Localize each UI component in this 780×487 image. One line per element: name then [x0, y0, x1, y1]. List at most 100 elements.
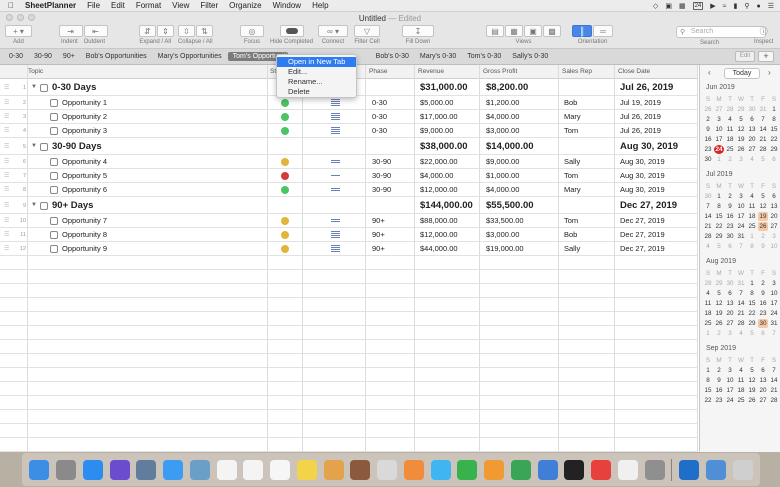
sales-rep-cell[interactable]: Bob	[564, 98, 577, 107]
menu-organize[interactable]: Organize	[229, 1, 261, 10]
close-date-cell[interactable]: Aug 30, 2019	[620, 157, 665, 166]
calendar-day[interactable]: 19	[736, 135, 746, 144]
calendar-day[interactable]: 2	[714, 329, 724, 338]
calendar-day[interactable]: 9	[714, 376, 724, 385]
play-icon[interactable]: ▶	[710, 2, 715, 10]
calendar-day[interactable]: 22	[769, 135, 779, 144]
calendar-day[interactable]: 1	[714, 155, 724, 164]
calendar-day[interactable]: 25	[747, 222, 757, 231]
calendar-day[interactable]: 30	[725, 232, 735, 241]
close-date-cell[interactable]: Jul 26, 2019	[620, 112, 661, 121]
calendar-day[interactable]: 18	[736, 386, 746, 395]
calendar-day[interactable]: 12	[736, 125, 746, 134]
row-checkbox[interactable]	[40, 142, 48, 151]
table-row[interactable]: ☰ 11 Opportunity 8 90+ Bob $12,000.00 $3,000.0…	[0, 228, 698, 242]
search-menu-icon[interactable]: ⚲	[744, 2, 749, 10]
dock-numbers-icon[interactable]	[510, 459, 531, 480]
calendar-day[interactable]: 9	[758, 242, 768, 251]
phase-cell[interactable]: 30-90	[372, 185, 391, 194]
calendar-day[interactable]: 14	[703, 212, 713, 221]
calendar-day[interactable]: 6	[758, 366, 768, 375]
topic-cell[interactable]: Opportunity 7	[62, 216, 107, 225]
calendar-day[interactable]: 7	[758, 115, 768, 124]
sales-rep-cell[interactable]: Mary	[564, 185, 581, 194]
phase-cell[interactable]: 30-90	[372, 171, 391, 180]
phase-cell[interactable]: 30-90	[372, 157, 391, 166]
drag-handle-icon[interactable]: ☰	[4, 245, 9, 252]
topic-cell[interactable]: 0-30 Days	[52, 82, 96, 93]
tab-sallys-0-30[interactable]: Sally's 0-30	[507, 52, 553, 61]
calendar-day[interactable]: 3	[769, 232, 779, 241]
calendar-day[interactable]: 26	[714, 319, 724, 328]
priority-icon[interactable]	[331, 245, 340, 252]
topic-cell[interactable]: Opportunity 5	[62, 171, 107, 180]
drag-handle-icon[interactable]: ☰	[4, 127, 9, 134]
sales-rep-cell[interactable]: Mary	[564, 112, 581, 121]
table-row[interactable]: ☰ 3 Opportunity 2 0-30 Mary $17,000.00 $4,000.…	[0, 110, 698, 124]
calendar-day[interactable]: 1	[703, 366, 713, 375]
close-date-cell[interactable]: Dec 27, 2019	[620, 230, 665, 239]
dock-app-store-icon[interactable]	[82, 459, 103, 480]
calendar-day[interactable]: 1	[769, 105, 779, 114]
calendar-day[interactable]: 16	[758, 299, 768, 308]
calendar-day[interactable]: 8	[747, 242, 757, 251]
status-indicator[interactable]	[281, 186, 289, 194]
row-checkbox[interactable]	[50, 113, 58, 121]
calendar-day[interactable]: 11	[703, 299, 713, 308]
calendar-day[interactable]: 14	[736, 299, 746, 308]
calendar-day[interactable]: 20	[758, 386, 768, 395]
status-indicator[interactable]	[281, 158, 289, 166]
menu-format[interactable]: Format	[136, 1, 161, 10]
calendar-day[interactable]: 13	[769, 202, 779, 211]
focus-button[interactable]: ◎	[240, 25, 264, 37]
calendar-day[interactable]: 1	[714, 192, 724, 201]
calendar-day[interactable]: 3	[725, 366, 735, 375]
priority-icon[interactable]	[331, 219, 340, 222]
collapse-all-button[interactable]: ⇅	[196, 25, 213, 37]
sales-rep-cell[interactable]: Tom	[564, 171, 578, 180]
table-row[interactable]: ☰ 6 Opportunity 4 30-90 Sally $22,000.00 $9,00…	[0, 155, 698, 169]
dock-mosaic-icon[interactable]	[350, 459, 371, 480]
status-indicator[interactable]	[281, 172, 289, 180]
calendar-day[interactable]: 28	[769, 396, 779, 405]
calendar-day[interactable]: 24	[725, 396, 735, 405]
today-button[interactable]: Today	[724, 68, 760, 79]
calendar-day[interactable]: 24	[769, 309, 779, 318]
dock-trash-icon[interactable]	[732, 459, 753, 480]
calendar-day[interactable]: 13	[725, 299, 735, 308]
revenue-cell[interactable]: $44,000.00	[420, 244, 458, 253]
calendar-day[interactable]: 10	[714, 125, 724, 134]
calendar-day[interactable]: 18	[703, 309, 713, 318]
table-row[interactable]: ☰ 12 Opportunity 9 90+ Sally $44,000.00 $19,00…	[0, 242, 698, 256]
calendar-day[interactable]: 14	[758, 125, 768, 134]
status-indicator[interactable]	[281, 127, 289, 135]
drag-handle-icon[interactable]: ☰	[4, 172, 9, 179]
calendar-day[interactable]: 22	[714, 222, 724, 231]
dock-calendar-icon[interactable]	[216, 459, 237, 480]
collapse-button[interactable]: ⇳	[178, 25, 195, 37]
topic-cell[interactable]: 90+ Days	[52, 200, 93, 211]
calendar-marked-day[interactable]: 30	[758, 319, 768, 328]
dock-downloads-icon[interactable]	[705, 459, 726, 480]
close-date-cell[interactable]: Dec 27, 2019	[620, 200, 677, 211]
inspect-button[interactable]: ⓘ	[756, 25, 772, 37]
status-indicator[interactable]	[281, 217, 289, 225]
dock-reminders-icon[interactable]	[270, 459, 291, 480]
fill-down-button[interactable]: ↧	[402, 25, 434, 37]
calendar-day[interactable]: 12	[747, 376, 757, 385]
gross-profit-cell[interactable]: $1,200.00	[486, 98, 519, 107]
empty-row[interactable]	[0, 396, 698, 410]
calendar-day[interactable]: 28	[725, 105, 735, 114]
calendar-day[interactable]: 4	[747, 192, 757, 201]
row-checkbox[interactable]	[50, 99, 58, 107]
calendar-day[interactable]: 15	[714, 212, 724, 221]
calendar-day[interactable]: 2	[703, 115, 713, 124]
calendar-day[interactable]: 27	[714, 105, 724, 114]
dock-siri-icon[interactable]	[109, 459, 130, 480]
dock-pages-icon[interactable]	[484, 459, 505, 480]
calendar-day[interactable]: 21	[736, 309, 746, 318]
calendar-day[interactable]: 13	[758, 376, 768, 385]
calendar-day[interactable]: 8	[747, 289, 757, 298]
gantt-view-button[interactable]: ▩	[543, 25, 561, 37]
empty-row[interactable]	[0, 340, 698, 354]
